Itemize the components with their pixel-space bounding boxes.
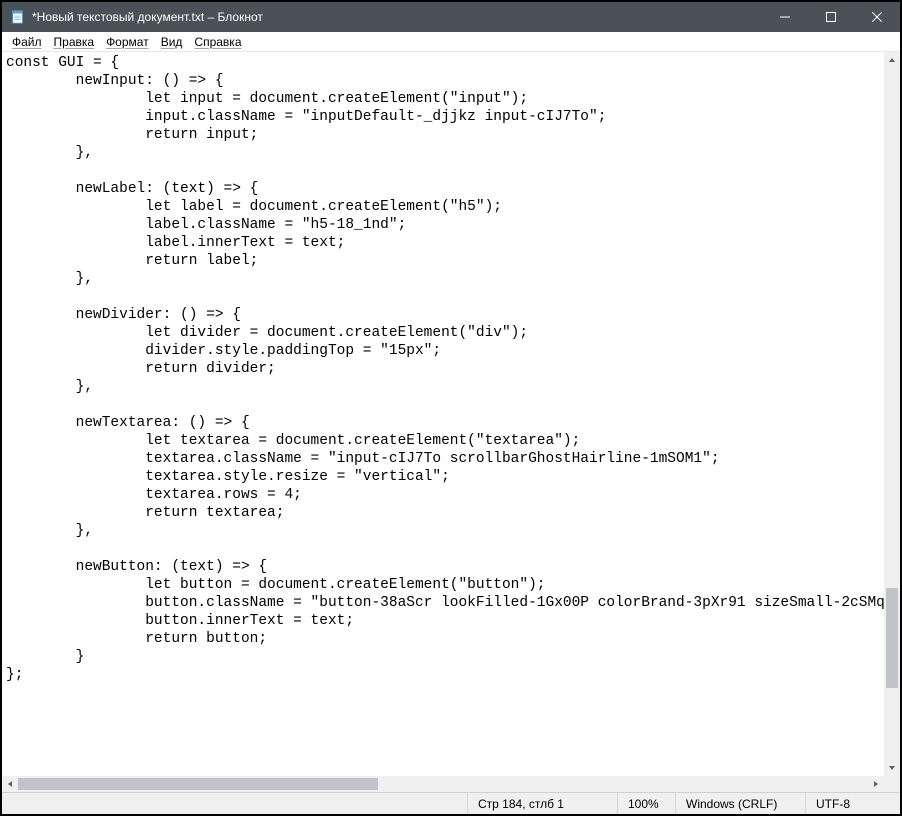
menubar: Файл Правка Формат Вид Справка: [2, 32, 900, 52]
menu-format[interactable]: Формат: [100, 35, 155, 49]
editor-area: const GUI = { newInput: () => { let inpu…: [2, 52, 900, 792]
scrollbar-corner: [884, 776, 900, 792]
text-editor[interactable]: const GUI = { newInput: () => { let inpu…: [2, 52, 884, 776]
titlebar[interactable]: *Новый текстовый документ.txt – Блокнот: [2, 2, 900, 32]
window-controls: [762, 2, 900, 32]
minimize-button[interactable]: [762, 2, 808, 32]
scroll-left-arrow-icon[interactable]: [2, 776, 18, 792]
menu-help[interactable]: Справка: [188, 35, 247, 49]
notepad-window: *Новый текстовый документ.txt – Блокнот …: [2, 2, 900, 814]
horizontal-scrollbar-thumb[interactable]: [18, 778, 378, 790]
scroll-right-arrow-icon[interactable]: [868, 776, 884, 792]
statusbar-spacer: [2, 793, 467, 814]
horizontal-scrollbar[interactable]: [2, 776, 884, 792]
status-line-ending: Windows (CRLF): [675, 793, 805, 814]
menu-view[interactable]: Вид: [155, 35, 189, 49]
status-zoom: 100%: [617, 793, 675, 814]
status-cursor-position: Стр 184, стлб 1: [467, 793, 617, 814]
scroll-up-arrow-icon[interactable]: [884, 52, 900, 68]
maximize-button[interactable]: [808, 2, 854, 32]
window-title: *Новый текстовый документ.txt – Блокнот: [32, 10, 762, 24]
menu-file[interactable]: Файл: [6, 35, 48, 49]
vertical-scrollbar-thumb[interactable]: [886, 588, 898, 688]
notepad-app-icon: [10, 9, 26, 25]
close-button[interactable]: [854, 2, 900, 32]
status-encoding: UTF-8: [805, 793, 900, 814]
scroll-down-arrow-icon[interactable]: [884, 760, 900, 776]
menu-edit[interactable]: Правка: [48, 35, 101, 49]
vertical-scrollbar[interactable]: [884, 52, 900, 776]
statusbar: Стр 184, стлб 1 100% Windows (CRLF) UTF-…: [2, 792, 900, 814]
